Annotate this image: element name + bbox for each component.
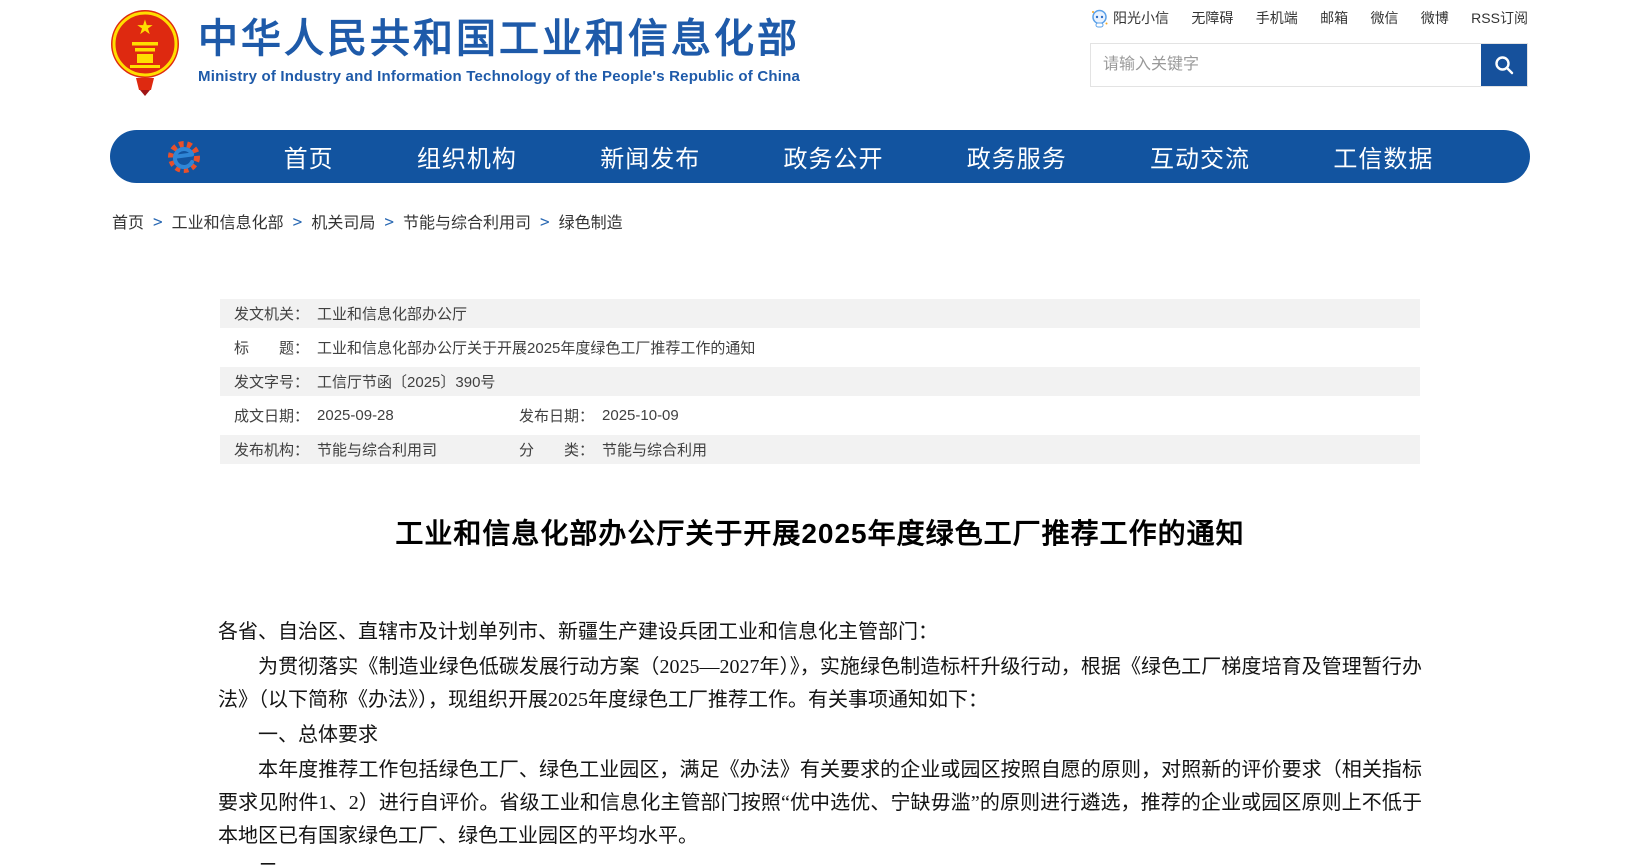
paragraph-section-1-heading: 一、总体要求: [218, 719, 1422, 752]
document-body: 各省、自治区、直辖市及计划单列市、新疆生产建设兵团工业和信息化主管部门： 为贯彻…: [218, 616, 1422, 868]
search-icon: [1493, 54, 1515, 76]
utility-label: 无障碍: [1191, 8, 1233, 28]
nav-item-miit-data[interactable]: 工信数据: [1333, 139, 1433, 174]
search-input[interactable]: [1091, 44, 1481, 86]
meta-value: 工业和信息化部办公厅关于开展2025年度绿色工厂推荐工作的通知: [317, 337, 755, 358]
site-title: 中华人民共和国工业和信息化部: [198, 17, 800, 61]
meta-value: 节能与综合利用司: [317, 439, 437, 460]
assistant-robot-icon: [1090, 9, 1109, 28]
national-emblem-icon: ★: [110, 6, 180, 96]
utility-links: 阳光小信 无障碍 手机端 邮箱 微信 微博 RSS订阅: [1090, 8, 1528, 28]
breadcrumb-home[interactable]: 首页: [112, 209, 144, 233]
breadcrumb-separator: >: [293, 212, 303, 231]
breadcrumb-separator: >: [384, 212, 394, 231]
utility-link-accessibility[interactable]: 无障碍: [1191, 8, 1233, 28]
svg-text:★: ★: [136, 17, 154, 39]
utility-label: RSS订阅: [1471, 8, 1528, 28]
utility-label: 微信: [1370, 8, 1398, 28]
meta-label: 分 类：: [519, 439, 594, 460]
site-subtitle: Ministry of Industry and Information Tec…: [198, 68, 800, 85]
nav-item-gov-services[interactable]: 政务服务: [967, 139, 1067, 174]
miit-gear-logo-icon: [166, 139, 202, 175]
meta-label: 标 题：: [234, 337, 309, 358]
utility-link-wechat[interactable]: 微信: [1370, 8, 1398, 28]
meta-value: 节能与综合利用: [602, 439, 707, 460]
meta-row-issuing-office: 发文机关： 工业和信息化部办公厅: [220, 299, 1420, 328]
brand-home-link[interactable]: ★ 中华人民共和国工业和信息化部 Ministry of Industry an…: [110, 6, 800, 96]
breadcrumb-separator: >: [153, 212, 163, 231]
utility-link-rss[interactable]: RSS订阅: [1471, 8, 1528, 28]
meta-value: 2025-09-28: [317, 407, 394, 424]
breadcrumb-green-manufacturing[interactable]: 绿色制造: [559, 209, 623, 233]
utility-label: 手机端: [1256, 8, 1298, 28]
paragraph-section-2-heading-clipped: 二、: [218, 855, 1422, 868]
meta-row-publisher-category: 发布机构： 节能与综合利用司 分 类： 节能与综合利用: [220, 435, 1420, 464]
meta-value: 工信厅节函〔2025〕390号: [317, 371, 495, 392]
meta-label: 发布日期：: [519, 405, 594, 426]
paragraph-section-1-body: 本年度推荐工作包括绿色工厂、绿色工业园区，满足《办法》有关要求的企业或园区按照自…: [218, 754, 1422, 853]
breadcrumb-departments[interactable]: 机关司局: [311, 209, 375, 233]
breadcrumb: 首页 > 工业和信息化部 > 机关司局 > 节能与综合利用司 > 绿色制造: [112, 209, 1625, 233]
nav-item-interaction[interactable]: 互动交流: [1150, 139, 1250, 174]
main-navigation: 首页 组织机构 新闻发布 政务公开 政务服务 互动交流 工信数据: [110, 130, 1530, 183]
search-box: [1090, 43, 1528, 87]
nav-item-gov-disclosure[interactable]: 政务公开: [783, 139, 883, 174]
paragraph-salutation: 各省、自治区、直辖市及计划单列市、新疆生产建设兵团工业和信息化主管部门：: [218, 616, 1422, 649]
meta-value: 工业和信息化部办公厅: [317, 303, 467, 324]
meta-label: 发布机构：: [234, 439, 309, 460]
site-header: ★ 中华人民共和国工业和信息化部 Ministry of Industry an…: [0, 0, 1625, 128]
meta-value: 2025-10-09: [602, 407, 679, 424]
utility-label: 邮箱: [1320, 8, 1348, 28]
document-meta-table: 发文机关： 工业和信息化部办公厅 标 题： 工业和信息化部办公厅关于开展2025…: [220, 299, 1420, 464]
paragraph-intro: 为贯彻落实《制造业绿色低碳发展行动方案（2025—2027年）》，实施绿色制造标…: [218, 651, 1422, 717]
breadcrumb-energy-dept[interactable]: 节能与综合利用司: [403, 209, 531, 233]
nav-item-news[interactable]: 新闻发布: [600, 139, 700, 174]
search-button[interactable]: [1481, 44, 1527, 86]
breadcrumb-separator: >: [540, 212, 550, 231]
meta-row-doc-number: 发文字号： 工信厅节函〔2025〕390号: [220, 367, 1420, 396]
meta-label: 成文日期：: [234, 405, 309, 426]
meta-row-title: 标 题： 工业和信息化部办公厅关于开展2025年度绿色工厂推荐工作的通知: [220, 333, 1420, 362]
breadcrumb-miit[interactable]: 工业和信息化部: [172, 209, 284, 233]
utility-link-mail[interactable]: 邮箱: [1320, 8, 1348, 28]
nav-item-organization[interactable]: 组织机构: [417, 139, 517, 174]
meta-label: 发文字号：: [234, 371, 309, 392]
utility-link-xiaoxin[interactable]: 阳光小信: [1090, 8, 1169, 28]
utility-label: 微博: [1421, 8, 1449, 28]
utility-label: 阳光小信: [1113, 8, 1169, 28]
document-title: 工业和信息化部办公厅关于开展2025年度绿色工厂推荐工作的通知: [220, 512, 1420, 552]
utility-link-weibo[interactable]: 微博: [1421, 8, 1449, 28]
meta-row-dates: 成文日期： 2025-09-28 发布日期： 2025-10-09: [220, 401, 1420, 430]
nav-item-home[interactable]: 首页: [284, 139, 334, 174]
meta-label: 发文机关：: [234, 303, 309, 324]
utility-link-mobile[interactable]: 手机端: [1256, 8, 1298, 28]
